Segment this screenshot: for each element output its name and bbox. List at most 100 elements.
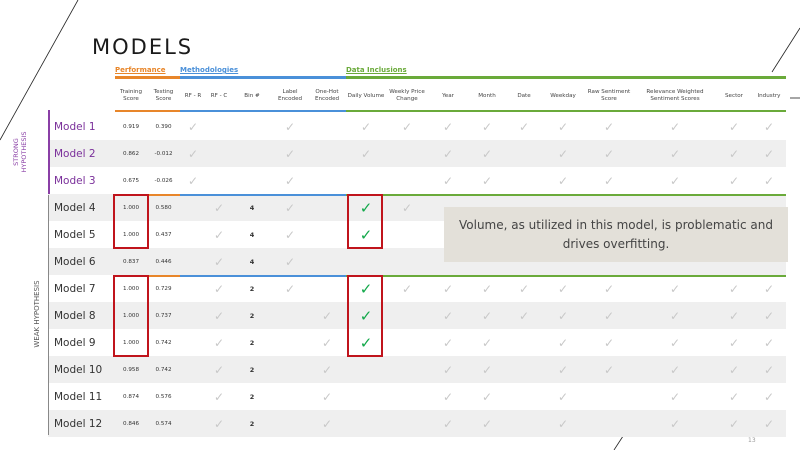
check-icon: ✓: [442, 362, 454, 377]
testing-value: 0.574: [155, 420, 172, 427]
empty-cell: [346, 248, 386, 275]
training-value: 0.862: [122, 150, 139, 157]
check-icon: ✓: [284, 254, 296, 269]
section-divider: [180, 110, 346, 112]
check-icon: ✓: [481, 335, 493, 350]
check-icon: ✓: [442, 416, 454, 431]
section-divider: [180, 194, 346, 196]
column-header-industry: Industry: [757, 92, 781, 99]
check-icon: ✓: [557, 146, 569, 161]
check-icon: ✓: [481, 362, 493, 377]
column-header-rel: Relevance Weighted Sentiment Scores: [646, 89, 704, 102]
empty-cell: [308, 221, 346, 248]
empty-cell: [506, 383, 542, 410]
check-icon: ✓: [603, 119, 615, 134]
weak-hypothesis-label: WEAK HYPOTHESIS: [33, 280, 41, 348]
check-icon: ✓: [669, 173, 681, 188]
check-icon: ✓: [213, 200, 225, 215]
check-icon: ✓: [321, 362, 333, 377]
check-icon: ✓: [763, 389, 775, 404]
empty-cell: [206, 140, 232, 167]
check-icon: ✓: [401, 200, 413, 215]
check-icon: ✓: [728, 416, 740, 431]
testing-value: 0.729: [155, 285, 172, 292]
check-icon: ✓: [763, 146, 775, 161]
empty-cell: [180, 221, 206, 248]
check-icon: ✓: [481, 146, 493, 161]
check-icon: ✓: [321, 335, 333, 350]
model-name: Model 5: [54, 228, 96, 241]
check-icon: ✓: [213, 308, 225, 323]
empty-cell: [272, 356, 308, 383]
check-icon: ✓: [284, 227, 296, 242]
group-label-performance: Performance: [115, 66, 166, 74]
testing-value: 0.737: [155, 312, 172, 319]
column-header-testing: Testing Score: [153, 89, 174, 102]
empty-cell: [506, 410, 542, 437]
bin-value: 4: [249, 230, 255, 239]
empty-cell: [506, 329, 542, 356]
column-header-raw: Raw Sentiment Score: [587, 89, 631, 102]
check-icon: ✓: [321, 308, 333, 323]
check-icon: ✓: [669, 119, 681, 134]
testing-value: 0.576: [155, 393, 172, 400]
testing-value: 0.446: [155, 258, 172, 265]
training-value: 0.919: [122, 123, 139, 130]
check-icon: ✓: [284, 200, 296, 215]
check-icon: ✓: [669, 362, 681, 377]
check-icon: ✓: [557, 335, 569, 350]
empty-cell: [308, 194, 346, 221]
empty-cell: [386, 329, 428, 356]
check-icon: ✓: [728, 173, 740, 188]
check-icon: ✓: [481, 281, 493, 296]
empty-cell: [272, 410, 308, 437]
check-icon: ✓: [213, 389, 225, 404]
bin-value: 2: [249, 338, 255, 347]
check-icon: ✓: [187, 119, 199, 134]
model-name: Model 3: [54, 174, 96, 187]
empty-cell: [386, 302, 428, 329]
check-icon: ✓: [603, 173, 615, 188]
check-icon: ✓: [728, 308, 740, 323]
model-name: Model 1: [54, 120, 96, 133]
empty-cell: [180, 356, 206, 383]
check-icon: ✓: [321, 416, 333, 431]
check-icon: ✓: [669, 416, 681, 431]
check-icon: ✓: [763, 335, 775, 350]
empty-cell: [386, 221, 428, 248]
check-icon: ✓: [481, 173, 493, 188]
bin-value: 2: [249, 365, 255, 374]
group-label-methodologies: Methodologies: [180, 66, 239, 74]
check-icon: ✓: [557, 389, 569, 404]
check-icon: ✓: [187, 146, 199, 161]
testing-value: 0.580: [155, 204, 172, 211]
empty-cell: [346, 383, 386, 410]
section-divider: [115, 110, 180, 112]
check-icon: ✓: [728, 362, 740, 377]
check-icon: ✓: [763, 173, 775, 188]
empty-cell: [206, 113, 232, 140]
check-icon: ✓: [763, 119, 775, 134]
check-icon: ✓: [603, 146, 615, 161]
section-divider: [346, 194, 786, 196]
bin-value: 2: [249, 311, 255, 320]
empty-cell: [506, 356, 542, 383]
check-icon: ✓: [213, 254, 225, 269]
highlight-volume-models-4-5: [347, 194, 383, 249]
training-value: 0.846: [122, 420, 139, 427]
bin-value: 2: [249, 284, 255, 293]
testing-value: 0.742: [155, 339, 172, 346]
column-header-bin: Bin #: [244, 92, 260, 99]
empty-cell: [346, 167, 386, 194]
column-header-training: Training Score: [119, 89, 143, 102]
empty-cell: [180, 248, 206, 275]
column-header-label: Label Encoded: [277, 89, 303, 102]
bin-value: 2: [249, 392, 255, 401]
empty-cell: [386, 140, 428, 167]
check-icon: ✓: [213, 227, 225, 242]
highlight-volume-models-7-9: [347, 275, 383, 357]
empty-cell: [506, 167, 542, 194]
testing-value: -0.026: [154, 177, 173, 184]
highlight-training-models-7-9: [113, 275, 149, 357]
check-icon: ✓: [518, 281, 530, 296]
